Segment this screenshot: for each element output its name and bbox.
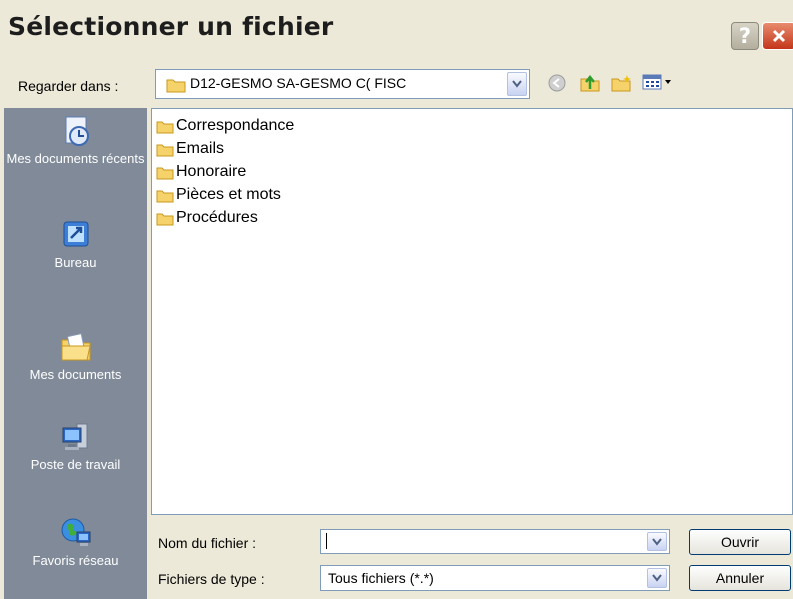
place-label: Mes documents xyxy=(29,367,122,382)
folder-icon xyxy=(156,144,174,156)
list-item[interactable]: Pièces et mots xyxy=(156,185,281,205)
views-menu-button[interactable] xyxy=(642,72,674,95)
filetype-value: Tous fichiers (*.*) xyxy=(328,570,434,586)
title-bar: Sélectionner un fichier ? xyxy=(0,0,793,50)
up-folder-icon[interactable] xyxy=(580,74,600,92)
lookin-dropdown-button[interactable] xyxy=(507,72,527,96)
lookin-value: D12-GESMO SA-GESMO C( FISC xyxy=(190,75,407,91)
back-icon[interactable] xyxy=(548,74,566,92)
list-item[interactable]: Emails xyxy=(156,139,224,159)
close-icon xyxy=(772,29,786,43)
dialog-title: Sélectionner un fichier xyxy=(8,12,334,41)
list-item[interactable]: Honoraire xyxy=(156,162,246,182)
list-item[interactable]: Correspondance xyxy=(156,116,294,136)
recent-documents-icon xyxy=(65,116,89,146)
cancel-label: Annuler xyxy=(715,570,765,586)
place-label: Favoris réseau xyxy=(32,553,119,568)
file-name: Emails xyxy=(176,140,225,157)
cancel-button[interactable]: Annuler xyxy=(689,565,791,591)
file-name: Correspondance xyxy=(176,117,295,134)
chevron-down-icon xyxy=(512,80,522,88)
filename-dropdown-button[interactable] xyxy=(647,532,667,551)
help-button[interactable]: ? xyxy=(731,22,759,50)
place-recent-documents[interactable]: Mes documents récents xyxy=(4,114,147,166)
close-button[interactable] xyxy=(762,22,793,50)
filetype-dropdown-button[interactable] xyxy=(647,568,667,588)
place-my-documents[interactable]: Mes documents xyxy=(4,330,147,382)
filetype-label: Fichiers de type : xyxy=(158,571,265,587)
file-name: Honoraire xyxy=(176,163,247,180)
place-my-computer[interactable]: Poste de travail xyxy=(4,420,147,472)
list-item[interactable]: Procédures xyxy=(156,208,258,228)
my-computer-icon xyxy=(62,423,87,450)
file-list[interactable]: Correspondance Emails Honoraire Pièces e… xyxy=(151,108,793,515)
help-label: ? xyxy=(738,24,752,48)
lookin-combobox[interactable]: D12-GESMO SA-GESMO C( FISC xyxy=(155,69,530,99)
folder-icon xyxy=(166,79,186,93)
file-name: Pièces et mots xyxy=(176,186,281,203)
place-label: Mes documents récents xyxy=(6,151,145,166)
place-label: Poste de travail xyxy=(30,457,121,472)
file-name: Procédures xyxy=(176,209,258,226)
places-bar: Mes documents récents Bureau Mes documen… xyxy=(4,108,147,599)
place-label: Bureau xyxy=(54,255,97,270)
chevron-down-icon xyxy=(652,537,662,546)
filetype-select[interactable]: Tous fichiers (*.*) xyxy=(320,565,670,591)
new-folder-icon[interactable] xyxy=(611,74,633,92)
folder-icon xyxy=(156,121,174,133)
folder-icon xyxy=(156,213,174,225)
open-label: Ouvrir xyxy=(720,534,760,550)
filename-input[interactable] xyxy=(320,529,670,554)
place-network-places[interactable]: Favoris réseau xyxy=(4,516,147,568)
lookin-label: Regarder dans : xyxy=(18,78,119,94)
my-documents-icon xyxy=(61,333,91,361)
desktop-icon xyxy=(63,221,88,247)
filename-value xyxy=(326,533,328,549)
open-button[interactable]: Ouvrir xyxy=(689,529,791,555)
filename-label: Nom du fichier : xyxy=(158,535,257,551)
folder-icon xyxy=(156,190,174,202)
chevron-down-icon xyxy=(652,574,662,582)
view-menu-icon xyxy=(642,74,671,90)
network-places-icon xyxy=(61,518,90,546)
place-desktop[interactable]: Bureau xyxy=(4,218,147,270)
folder-icon xyxy=(156,167,174,179)
